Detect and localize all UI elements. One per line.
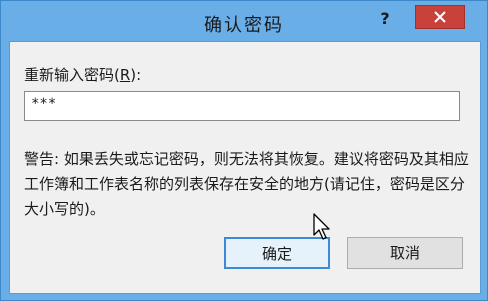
title-bar[interactable]: 确认密码 ?	[1, 1, 487, 41]
confirm-password-dialog: 确认密码 ? 重新输入密码(R): *** 警告: 如果丢失或忘记密码，则无法将…	[0, 0, 488, 301]
close-icon	[434, 11, 446, 23]
dialog-body: 重新输入密码(R): *** 警告: 如果丢失或忘记密码，则无法将其恢复。建议将…	[9, 41, 481, 294]
cancel-button[interactable]: 取消	[347, 237, 463, 269]
label-access-key: R	[119, 66, 131, 84]
reenter-password-label: 重新输入密码(R):	[24, 64, 141, 85]
help-button[interactable]: ?	[365, 5, 405, 33]
label-prefix: 重新输入密码(	[24, 66, 120, 84]
warning-text: 警告: 如果丢失或忘记密码，则无法将其恢复。建议将密码及其相应工作簿和工作表名称…	[24, 150, 469, 218]
label-suffix: ):	[130, 66, 142, 84]
mouse-cursor-icon	[313, 213, 330, 240]
close-button[interactable]	[415, 5, 465, 29]
ok-button[interactable]: 确定	[224, 237, 330, 269]
password-input[interactable]: ***	[24, 91, 460, 121]
